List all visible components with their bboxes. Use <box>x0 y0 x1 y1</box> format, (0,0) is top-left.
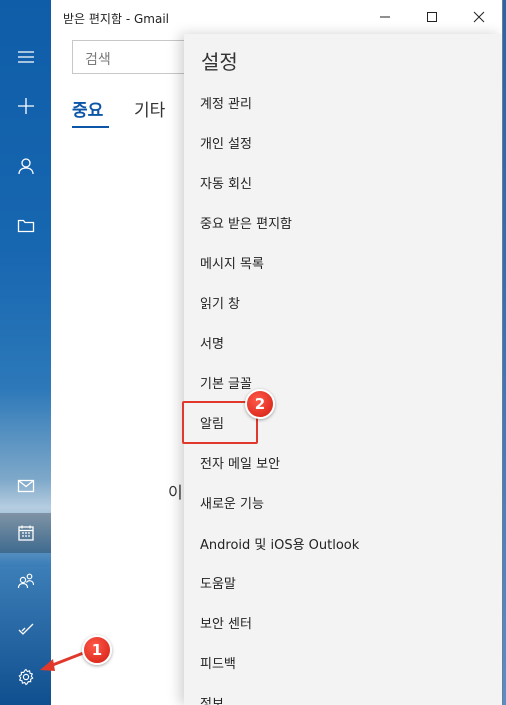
mail-window: 받은 편지함 - Gmail 검색 중요 기타 이 설정 계정 관리 개인 설정… <box>0 0 503 705</box>
callout-badge-two: 2 <box>245 389 275 419</box>
callout-arrow <box>40 650 87 671</box>
callout-badge-one: 1 <box>82 635 112 665</box>
